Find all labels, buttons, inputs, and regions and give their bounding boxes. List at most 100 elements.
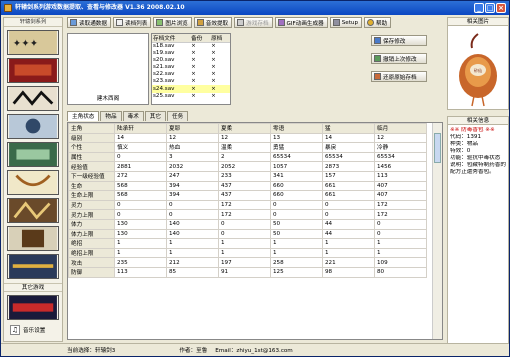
save-list-button[interactable]: 读档列表 bbox=[112, 17, 152, 28]
column-header[interactable]: 陆承轩 bbox=[114, 123, 167, 134]
tab-items[interactable]: 物品 bbox=[100, 111, 122, 121]
stat-cell[interactable]: 2 bbox=[218, 151, 271, 163]
stat-cell[interactable]: 13 bbox=[270, 132, 323, 144]
stat-cell[interactable]: 0 bbox=[270, 199, 323, 211]
stat-cell[interactable]: 1 bbox=[218, 238, 271, 249]
stat-cell[interactable]: 197 bbox=[218, 257, 271, 268]
stat-cell[interactable]: 661 bbox=[322, 180, 375, 192]
stat-cell[interactable]: 2881 bbox=[114, 161, 167, 172]
list-item[interactable]: s18.sav × × bbox=[152, 43, 230, 51]
column-header[interactable]: 零语 bbox=[270, 123, 323, 134]
scroll-thumb[interactable] bbox=[434, 133, 441, 163]
stat-cell[interactable]: 44 bbox=[322, 218, 375, 230]
stat-cell[interactable]: 258 bbox=[270, 257, 323, 268]
column-header[interactable]: 夏耶 bbox=[166, 123, 219, 134]
stat-cell[interactable]: 172 bbox=[374, 199, 427, 211]
stat-cell[interactable]: 0 bbox=[218, 228, 271, 240]
stat-cell[interactable]: 172 bbox=[218, 209, 271, 220]
close-button[interactable]: × bbox=[496, 3, 506, 13]
tab-hero-status[interactable]: 主角状态 bbox=[67, 111, 100, 121]
restore-button[interactable]: 还原原始存档 bbox=[371, 71, 427, 82]
stat-cell[interactable]: 1 bbox=[374, 238, 427, 249]
list-item[interactable]: s23.sav × × bbox=[152, 78, 230, 85]
list-item[interactable]: s20.sav × × bbox=[152, 57, 230, 64]
stat-cell[interactable]: 130 bbox=[114, 218, 167, 230]
stat-cell[interactable]: 235 bbox=[114, 257, 167, 268]
stat-cell[interactable]: 568 bbox=[114, 190, 167, 201]
game-save-button[interactable]: 游戏存档 bbox=[234, 17, 273, 28]
maximize-button[interactable]: □ bbox=[485, 3, 495, 13]
tab-other[interactable]: 其它 bbox=[144, 111, 166, 121]
stat-cell[interactable]: 407 bbox=[374, 180, 427, 192]
stat-cell[interactable]: 98 bbox=[322, 266, 375, 278]
list-item[interactable]: s19.sav × × bbox=[152, 50, 230, 57]
stat-cell[interactable]: 1456 bbox=[374, 161, 427, 172]
help-button[interactable]: 帮助 bbox=[364, 17, 392, 28]
stat-cell[interactable]: 0 bbox=[166, 199, 219, 211]
stat-cell[interactable]: 172 bbox=[374, 209, 427, 220]
stat-cell[interactable]: 0 bbox=[166, 209, 219, 220]
game-thumb-2[interactable] bbox=[7, 58, 59, 83]
stat-cell[interactable]: 1 bbox=[270, 238, 323, 249]
stat-cell[interactable]: 1 bbox=[218, 247, 271, 259]
column-header[interactable]: 猛 bbox=[322, 123, 375, 134]
list-item[interactable]: s25.sav × × bbox=[152, 93, 230, 100]
stat-cell[interactable]: 12 bbox=[374, 132, 427, 144]
stat-cell[interactable]: 91 bbox=[218, 266, 271, 278]
stat-cell[interactable]: 0 bbox=[114, 151, 167, 163]
stat-cell[interactable]: 140 bbox=[166, 218, 219, 230]
grid-scrollbar[interactable] bbox=[432, 123, 442, 339]
column-header[interactable]: 夏柔 bbox=[218, 123, 271, 134]
stat-cell[interactable]: 80 bbox=[374, 266, 427, 278]
sound-extract-button[interactable]: 音效提取 bbox=[193, 17, 233, 28]
stat-cell[interactable]: 568 bbox=[114, 180, 167, 192]
stat-cell[interactable]: 12 bbox=[218, 132, 271, 144]
game-thumb-4[interactable] bbox=[7, 114, 59, 139]
stat-cell[interactable]: 0 bbox=[374, 218, 427, 230]
stat-cell[interactable]: 1 bbox=[270, 247, 323, 259]
col-header[interactable]: 原档 bbox=[210, 34, 230, 43]
stat-cell[interactable]: 407 bbox=[374, 190, 427, 201]
stat-cell[interactable]: 85 bbox=[166, 266, 219, 278]
stat-cell[interactable]: 660 bbox=[270, 190, 323, 201]
game-thumb-8[interactable] bbox=[7, 226, 59, 251]
stat-cell[interactable]: 0 bbox=[322, 199, 375, 211]
stat-cell[interactable]: 50 bbox=[270, 228, 323, 240]
stat-cell[interactable]: 272 bbox=[114, 170, 167, 182]
stat-cell[interactable]: 44 bbox=[322, 228, 375, 240]
minimize-button[interactable]: _ bbox=[474, 3, 484, 13]
stat-cell[interactable]: 113 bbox=[374, 170, 427, 182]
list-item[interactable]: s21.sav × × bbox=[152, 64, 230, 71]
stat-cell[interactable]: 0 bbox=[114, 199, 167, 211]
stat-cell[interactable]: 3 bbox=[166, 151, 219, 163]
stat-cell[interactable]: 1 bbox=[322, 238, 375, 249]
col-header[interactable]: 备份 bbox=[190, 34, 211, 43]
setup-button[interactable]: Setup bbox=[329, 17, 363, 28]
list-item[interactable]: s22.sav × × bbox=[152, 71, 230, 78]
stat-cell[interactable]: 125 bbox=[270, 266, 323, 278]
gif-generator-button[interactable]: GIF动画生成器 bbox=[274, 17, 328, 28]
stat-cell[interactable]: 冷静 bbox=[374, 142, 427, 153]
game-thumb-7[interactable] bbox=[7, 198, 59, 223]
stat-cell[interactable]: 65534 bbox=[374, 151, 427, 163]
save-changes-button[interactable]: 保存修改 bbox=[371, 35, 427, 46]
stat-cell[interactable]: 勇猛 bbox=[270, 142, 323, 153]
column-header[interactable]: 临月 bbox=[374, 123, 427, 134]
stat-cell[interactable]: 1 bbox=[166, 247, 219, 259]
col-header[interactable]: 存档文件 bbox=[152, 34, 191, 43]
stat-cell[interactable]: 437 bbox=[218, 180, 271, 192]
stat-cell[interactable]: 热血 bbox=[166, 142, 219, 153]
other-game-thumb[interactable] bbox=[7, 295, 59, 320]
stat-cell[interactable]: 1 bbox=[114, 238, 167, 249]
stat-cell[interactable]: 0 bbox=[374, 228, 427, 240]
stat-cell[interactable]: 50 bbox=[270, 218, 323, 230]
stat-cell[interactable]: 437 bbox=[218, 190, 271, 201]
stat-cell[interactable]: 660 bbox=[270, 180, 323, 192]
stat-cell[interactable]: 65534 bbox=[322, 151, 375, 163]
read-data-button[interactable]: 读取通数据 bbox=[67, 17, 111, 28]
undo-button[interactable]: 撤销上次修改 bbox=[371, 53, 427, 64]
stat-cell[interactable]: 1 bbox=[166, 238, 219, 249]
stat-cell[interactable]: 0 bbox=[114, 209, 167, 220]
stat-cell[interactable]: 2052 bbox=[218, 161, 271, 172]
game-thumb-1[interactable]: ✦✦✦ bbox=[7, 30, 59, 55]
